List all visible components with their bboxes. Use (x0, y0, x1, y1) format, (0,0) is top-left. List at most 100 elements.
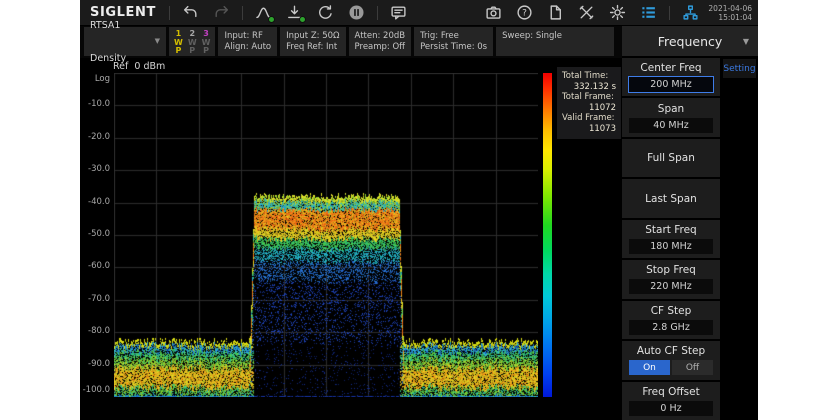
menu-item-label: Stop Freq (622, 264, 720, 276)
toggle-off[interactable]: Off (672, 360, 713, 375)
menu-item-value[interactable]: 220 MHz (629, 279, 713, 294)
menu-item-freq-offset[interactable]: Freq Offset 0 Hz (622, 382, 720, 420)
message-icon[interactable] (390, 4, 407, 21)
menu-item-label: Freq Offset (622, 386, 720, 398)
toolbar-divider (669, 6, 670, 20)
menu-item-label: Start Freq (622, 224, 720, 236)
menu-header[interactable]: Frequency ▼ (622, 26, 758, 56)
redo-icon[interactable] (213, 4, 230, 21)
green-badge (299, 16, 306, 23)
spectrum-analyzer-app: SIGLENT ? 2021-04-06 15:01:04 RTSA1 Dens… (80, 0, 758, 420)
menu-item-label: CF Step (622, 305, 720, 317)
menu-item-auto-cf-step[interactable]: Auto CF Step OnOff (622, 341, 720, 379)
status-segments: Input: RFAlign: AutoInput Z: 50ΩFreq Ref… (218, 27, 614, 56)
toolbar-divider (242, 6, 243, 20)
menu-item-stop-freq[interactable]: Stop Freq 220 MHz (622, 260, 720, 298)
menu-items: Center Freq 200 MHz Span 40 MHz Full Span Las… (622, 58, 720, 420)
menu-item-label: Full Span (622, 152, 720, 164)
help-icon[interactable]: ? (516, 4, 533, 21)
segment-line1: Atten: 20dB (355, 31, 406, 42)
segment-line1: Input: RF (224, 31, 271, 42)
menu-item-full-span[interactable]: Full Span (622, 139, 720, 177)
y-axis-tick: -30.0 (88, 164, 110, 174)
menu-item-start-freq[interactable]: Start Freq 180 MHz (622, 220, 720, 258)
y-axis-tick: Log (95, 74, 110, 84)
valid-frame-value: 11073 (562, 124, 616, 135)
menu-item-value[interactable]: 180 MHz (629, 239, 713, 254)
total-frame-value: 11072 (562, 103, 616, 114)
trace-status[interactable]: 1WP 2WP 3WP (169, 27, 215, 56)
chevron-down-icon: ▼ (743, 37, 749, 46)
menu-item-value[interactable]: 200 MHz (629, 77, 713, 92)
total-time-value: 332.132 s (562, 82, 616, 93)
y-axis-tick: -90.0 (88, 359, 110, 369)
menu-item-center-freq[interactable]: Center Freq 200 MHz (622, 58, 720, 96)
footer-center-group: Center 200 MHz Span 40 MHz (298, 398, 373, 420)
undo-icon[interactable] (182, 4, 199, 21)
auto-cf-step-toggle[interactable]: OnOff (629, 360, 713, 375)
menu-item-value[interactable]: 40 MHz (629, 118, 713, 133)
y-axis-tick: -10.0 (88, 99, 110, 109)
menu-item-label: Center Freq (622, 62, 720, 74)
preset-restore-icon[interactable] (317, 4, 334, 21)
footer-start-group: Start 180 MHz RBW 100.431 kHz (84, 398, 168, 420)
screenshot-icon[interactable] (485, 4, 502, 21)
tools-icon[interactable] (578, 4, 595, 21)
status-segment[interactable]: Input Z: 50ΩFreq Ref: Int (280, 27, 345, 56)
segment-line2: Persist Time: 0s (420, 42, 487, 53)
time-label: 15:01:04 (708, 13, 752, 22)
menu-item-cf-step[interactable]: CF Step 2.8 GHz (622, 301, 720, 339)
status-row: RTSA1 Density ▼ 1WP2WP3WP Input: RFAlign… (80, 26, 622, 58)
segment-line2: Preamp: Off (355, 42, 406, 53)
y-axis-tick: -100.0 (83, 385, 110, 395)
y-axis-tick: -60.0 (88, 261, 110, 271)
trace-3-indicator[interactable]: 3WP (202, 30, 211, 53)
segment-line1: Sweep: Single (502, 31, 608, 42)
total-frame-label: Total Frame: (562, 92, 616, 103)
status-segment[interactable]: Trig: FreePersist Time: 0s (414, 27, 493, 56)
save-icon[interactable] (286, 4, 303, 21)
settings-gear-icon[interactable] (609, 4, 626, 21)
trace-2-indicator[interactable]: 2WP (188, 30, 197, 53)
segment-line2: Align: Auto (224, 42, 271, 53)
svg-text:?: ? (523, 9, 528, 19)
menu-item-value[interactable]: 2.8 GHz (629, 320, 713, 335)
y-axis-ticks: Log-10.0-20.0-30.0-40.0-50.0-60.0-70.0-8… (80, 0, 111, 420)
segment-line1: Trig: Free (420, 31, 487, 42)
y-axis-tick: -70.0 (88, 294, 110, 304)
lan-icon[interactable] (682, 4, 699, 21)
menu-item-value[interactable]: 0 Hz (629, 401, 713, 416)
menu-item-last-span[interactable]: Last Span (622, 179, 720, 217)
toolbar-right-icons: ? (478, 4, 706, 21)
trace-flag: P (175, 47, 181, 56)
date-label: 2021-04-06 (708, 4, 752, 13)
toolbar-divider (377, 6, 378, 20)
pause-icon[interactable] (348, 4, 365, 21)
valid-frame-label: Valid Frame: (562, 113, 616, 124)
status-segment[interactable]: Sweep: Single (496, 27, 614, 56)
y-axis-tick: -20.0 (88, 132, 110, 142)
toolbar: SIGLENT ? 2021-04-06 15:01:04 (80, 0, 758, 26)
menu-item-span[interactable]: Span 40 MHz (622, 98, 720, 136)
setting-tab[interactable]: Setting (723, 59, 756, 78)
trace-1-indicator[interactable]: 1WP (174, 30, 183, 53)
toggle-on[interactable]: On (629, 360, 670, 375)
total-time-label: Total Time: (562, 71, 616, 82)
density-canvas (114, 73, 538, 397)
task-list-icon[interactable] (640, 4, 657, 21)
y-axis-tick: -80.0 (88, 326, 110, 336)
frequency-menu-panel: Frequency ▼ Center Freq 200 MHz Span 40 MHz… (622, 26, 758, 420)
menu-item-label: Auto CF Step (622, 345, 720, 357)
menu-title: Frequency (658, 34, 723, 49)
peak-search-icon[interactable] (255, 4, 272, 21)
toolbar-divider (169, 6, 170, 20)
status-segment[interactable]: Input: RFAlign: Auto (218, 27, 277, 56)
green-badge (268, 16, 275, 23)
file-icon[interactable] (547, 4, 564, 21)
status-segment[interactable]: Atten: 20dBPreamp: Off (349, 27, 412, 56)
acquisition-info: Total Time: 332.132 s Total Frame: 11072… (557, 67, 621, 139)
datetime: 2021-04-06 15:01:04 (708, 4, 752, 22)
segment-line1: Input Z: 50Ω (286, 31, 339, 42)
y-axis-tick: -40.0 (88, 197, 110, 207)
menu-item-label: Span (622, 103, 720, 115)
